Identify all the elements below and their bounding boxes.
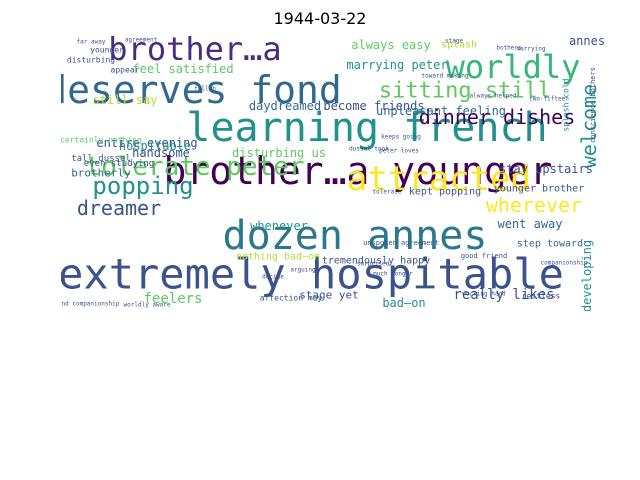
cloud-word: found companionship: [61, 301, 120, 308]
cloud-word: working hard: [462, 291, 506, 298]
cloud-word: daydreamed: [249, 99, 321, 113]
cloud-word: far away: [77, 39, 106, 46]
cloud-word: feel satisfied: [132, 62, 233, 76]
cloud-word: disturbing: [67, 56, 115, 65]
cloud-word: stage: [445, 38, 463, 45]
cloud-word: even studying: [84, 159, 154, 169]
cloud-word: younger brother: [494, 184, 584, 195]
cloud-word: annes: [569, 36, 605, 48]
cloud-word: disturbing us: [232, 146, 326, 160]
word-cloud-panel: extremely hospitable dozen annes learning …: [61, 36, 609, 311]
cloud-word: surprised: [357, 261, 390, 268]
cloud-word: still say: [92, 93, 157, 107]
cloud-word: kept popping: [409, 187, 481, 198]
cloud-word: worldly aware: [124, 302, 171, 309]
cloud-word: two-fifteen: [529, 96, 569, 103]
cloud-word: bad—on: [382, 296, 425, 310]
cloud-word: decide: [262, 274, 284, 281]
cloud-word: dussel took: [349, 146, 389, 153]
cloud-word: whenever: [250, 219, 308, 233]
chart-title: 1944-03-22: [273, 9, 367, 28]
cloud-word: always easy: [351, 38, 430, 52]
cloud-word: conscience bothers: [589, 67, 597, 143]
cloud-word: good friend: [461, 252, 507, 260]
cloud-word: affection may: [260, 294, 323, 303]
cloud-word: nothing bad—on: [236, 252, 320, 263]
cloud-word: companionship: [541, 260, 588, 267]
cloud-word: developing: [580, 240, 594, 311]
cloud-word: went away: [497, 217, 562, 231]
cloud-word: toward making: [422, 73, 469, 80]
cloud-word: dreamer: [77, 196, 161, 220]
cloud-word: always helped: [470, 93, 517, 100]
cloud-word: fallen: [194, 86, 216, 93]
cloud-word: splash cold: [562, 78, 571, 131]
word-cloud: extremely hospitabledozen anneslearning …: [61, 36, 605, 311]
cloud-word: stay upstairs: [499, 162, 593, 176]
cloud-word: appear: [111, 66, 140, 75]
cloud-word: certainly nothing: [61, 136, 142, 145]
cloud-word: tolerate: [373, 189, 402, 196]
cloud-word: arguing: [290, 267, 316, 274]
cloud-word: marrying: [517, 46, 546, 53]
cloud-word: wherever: [486, 193, 582, 217]
cloud-word: agreement: [125, 37, 158, 44]
cloud-word: unspoken agreement: [363, 239, 439, 247]
cloud-word: unpleasant feeling: [376, 104, 506, 118]
cloud-word: younger: [90, 46, 124, 55]
cloud-word: step toward: [517, 239, 583, 250]
cloud-word: marrying peter: [346, 58, 447, 72]
cloud-word: restless: [522, 292, 561, 301]
cloud-word: keeps going: [381, 134, 421, 141]
cloud-word: much longer: [373, 271, 413, 278]
cloud-word: handsome: [132, 146, 190, 160]
